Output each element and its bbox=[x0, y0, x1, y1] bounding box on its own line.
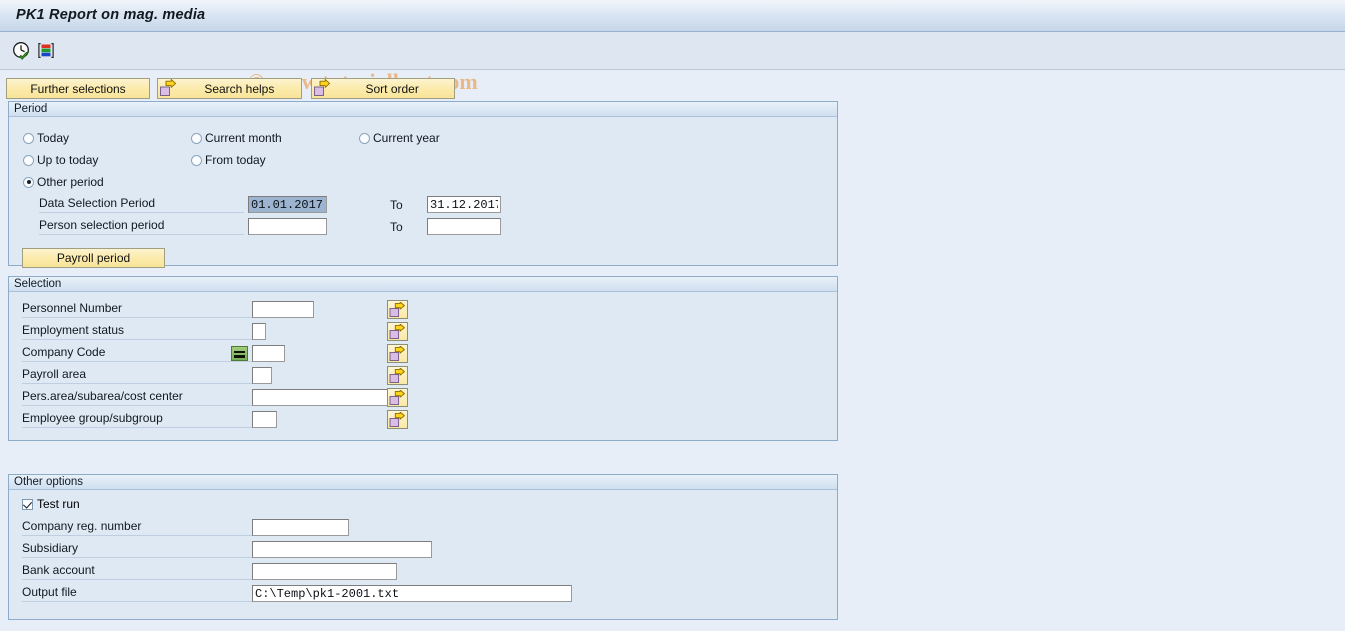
radio-current-year[interactable]: Current year bbox=[359, 131, 440, 145]
employee-group-subgroup-input[interactable] bbox=[252, 411, 277, 428]
person-selection-period-label: Person selection period bbox=[39, 218, 244, 235]
radio-mark-icon bbox=[359, 132, 370, 144]
period-group-title: Period bbox=[9, 102, 837, 117]
equals-green-icon[interactable] bbox=[231, 346, 248, 361]
bank-account-label: Bank account bbox=[22, 563, 252, 580]
employment-status-input[interactable] bbox=[252, 323, 266, 340]
search-helps-label: Search helps bbox=[204, 81, 275, 96]
selection-group: Selection Personnel Number Employment st… bbox=[8, 276, 838, 441]
company-reg-number-label: Company reg. number bbox=[22, 519, 252, 536]
radio-mark-icon bbox=[191, 132, 202, 144]
employee-group-subgroup-label: Employee group/subgroup bbox=[22, 411, 252, 428]
personnel-number-label: Personnel Number bbox=[22, 301, 252, 318]
window-title-bar: PK1 Report on mag. media bbox=[0, 0, 1345, 32]
equals-bar-bottom bbox=[234, 355, 245, 358]
payroll-area-multi-select-button[interactable] bbox=[387, 366, 408, 385]
radio-up-to-today[interactable]: Up to today bbox=[23, 153, 98, 167]
company-reg-number-input[interactable] bbox=[252, 519, 349, 536]
pers-area-subarea-cost-center-label: Pers.area/subarea/cost center bbox=[22, 389, 252, 406]
output-file-label: Output file bbox=[22, 585, 252, 602]
radio-other-period[interactable]: Other period bbox=[23, 175, 104, 189]
data-selection-period-from-input[interactable] bbox=[248, 196, 327, 213]
test-run-label: Test run bbox=[37, 497, 80, 511]
sap-selection-screen: PK1 Report on mag. media © www.tutorialk… bbox=[0, 0, 1345, 631]
selection-group-body: Personnel Number Employment status Compa… bbox=[9, 292, 837, 439]
subsidiary-label: Subsidiary bbox=[22, 541, 252, 558]
yellow-arrow-icon bbox=[313, 78, 331, 98]
radio-from-today-label: From today bbox=[205, 153, 266, 167]
payroll-period-button[interactable]: Payroll period bbox=[22, 248, 165, 268]
person-selection-period-to-label: To bbox=[390, 220, 403, 234]
company-code-input[interactable] bbox=[252, 345, 285, 362]
radio-mark-icon bbox=[23, 132, 34, 144]
personnel-number-input[interactable] bbox=[252, 301, 314, 318]
page-title: PK1 Report on mag. media bbox=[16, 7, 206, 23]
selection-group-title: Selection bbox=[9, 277, 837, 292]
radio-other-period-label: Other period bbox=[37, 175, 104, 189]
variants-icon[interactable] bbox=[35, 40, 57, 62]
radio-mark-icon bbox=[23, 154, 34, 166]
radio-mark-icon bbox=[23, 176, 34, 188]
data-selection-period-to-input[interactable] bbox=[427, 196, 501, 213]
sort-order-button[interactable]: Sort order bbox=[310, 78, 455, 99]
person-selection-period-to-input[interactable] bbox=[427, 218, 501, 235]
radio-up-to-today-label: Up to today bbox=[37, 153, 99, 167]
test-run-checkbox[interactable]: Test run bbox=[22, 497, 80, 511]
application-toolbar: © www.tutorialkart.com bbox=[0, 32, 1345, 94]
sort-order-label: Sort order bbox=[365, 81, 419, 96]
other-options-group-body: Test run Company reg. number Subsidiary … bbox=[9, 490, 837, 618]
radio-today-label: Today bbox=[37, 131, 70, 145]
other-options-group-title: Other options bbox=[9, 475, 837, 490]
payroll-area-label: Payroll area bbox=[22, 367, 252, 384]
output-file-input[interactable] bbox=[252, 585, 572, 602]
other-options-group: Other options Test run Company reg. numb… bbox=[8, 474, 838, 620]
person-selection-period-from-input[interactable] bbox=[248, 218, 327, 235]
bank-account-input[interactable] bbox=[252, 563, 397, 580]
employment-status-multi-select-button[interactable] bbox=[387, 322, 408, 341]
selection-screen-button-row: Further selections Search helps Sort ord… bbox=[6, 78, 455, 99]
payroll-area-input[interactable] bbox=[252, 367, 272, 384]
further-selections-label: Further selections bbox=[30, 81, 126, 96]
pers-area-multi-select-button[interactable] bbox=[387, 388, 408, 407]
equals-bar-top bbox=[234, 350, 245, 353]
checkbox-mark-icon bbox=[22, 498, 33, 510]
search-helps-button[interactable]: Search helps bbox=[157, 78, 303, 99]
employment-status-label: Employment status bbox=[22, 323, 252, 340]
subsidiary-input[interactable] bbox=[252, 541, 432, 558]
radio-current-month[interactable]: Current month bbox=[191, 131, 282, 145]
personnel-number-multi-select-button[interactable] bbox=[387, 300, 408, 319]
employee-group-multi-select-button[interactable] bbox=[387, 410, 408, 429]
data-selection-period-label: Data Selection Period bbox=[39, 196, 244, 213]
period-group: Period Today Current month Current year … bbox=[8, 101, 838, 268]
radio-mark-icon bbox=[191, 154, 202, 166]
data-selection-period-to-label: To bbox=[390, 198, 403, 212]
payroll-period-label: Payroll period bbox=[56, 251, 131, 265]
pers-area-subarea-cost-center-input[interactable] bbox=[252, 389, 389, 406]
company-code-multi-select-button[interactable] bbox=[387, 344, 408, 363]
further-selections-button[interactable]: Further selections bbox=[6, 78, 150, 99]
radio-current-year-label: Current year bbox=[373, 131, 440, 145]
radio-current-month-label: Current month bbox=[205, 131, 282, 145]
yellow-arrow-icon bbox=[159, 78, 177, 98]
period-group-body: Today Current month Current year Up to t… bbox=[9, 117, 837, 268]
radio-today[interactable]: Today bbox=[23, 131, 69, 145]
execute-icon[interactable] bbox=[11, 40, 33, 62]
company-code-label: Company Code bbox=[22, 345, 252, 362]
radio-from-today[interactable]: From today bbox=[191, 153, 266, 167]
